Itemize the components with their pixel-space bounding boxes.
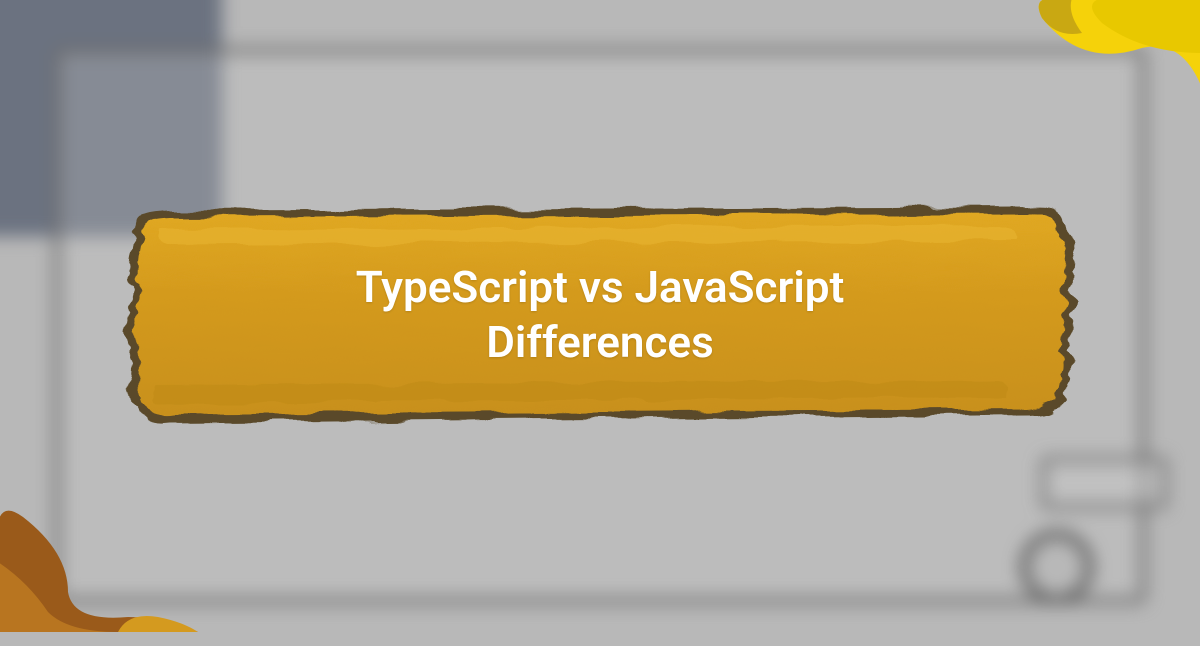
banner-title: TypeScript vs JavaScript Differences xyxy=(356,260,845,370)
corner-bottom-left-decoration xyxy=(0,482,198,632)
corner-top-right-decoration xyxy=(1022,0,1200,138)
title-line-1: TypeScript vs JavaScript xyxy=(356,261,845,313)
bg-circle-shape xyxy=(1020,530,1094,604)
title-line-2: Differences xyxy=(486,316,713,368)
title-banner: TypeScript vs JavaScript Differences xyxy=(110,185,1090,445)
bg-tab-shape xyxy=(1041,457,1167,510)
